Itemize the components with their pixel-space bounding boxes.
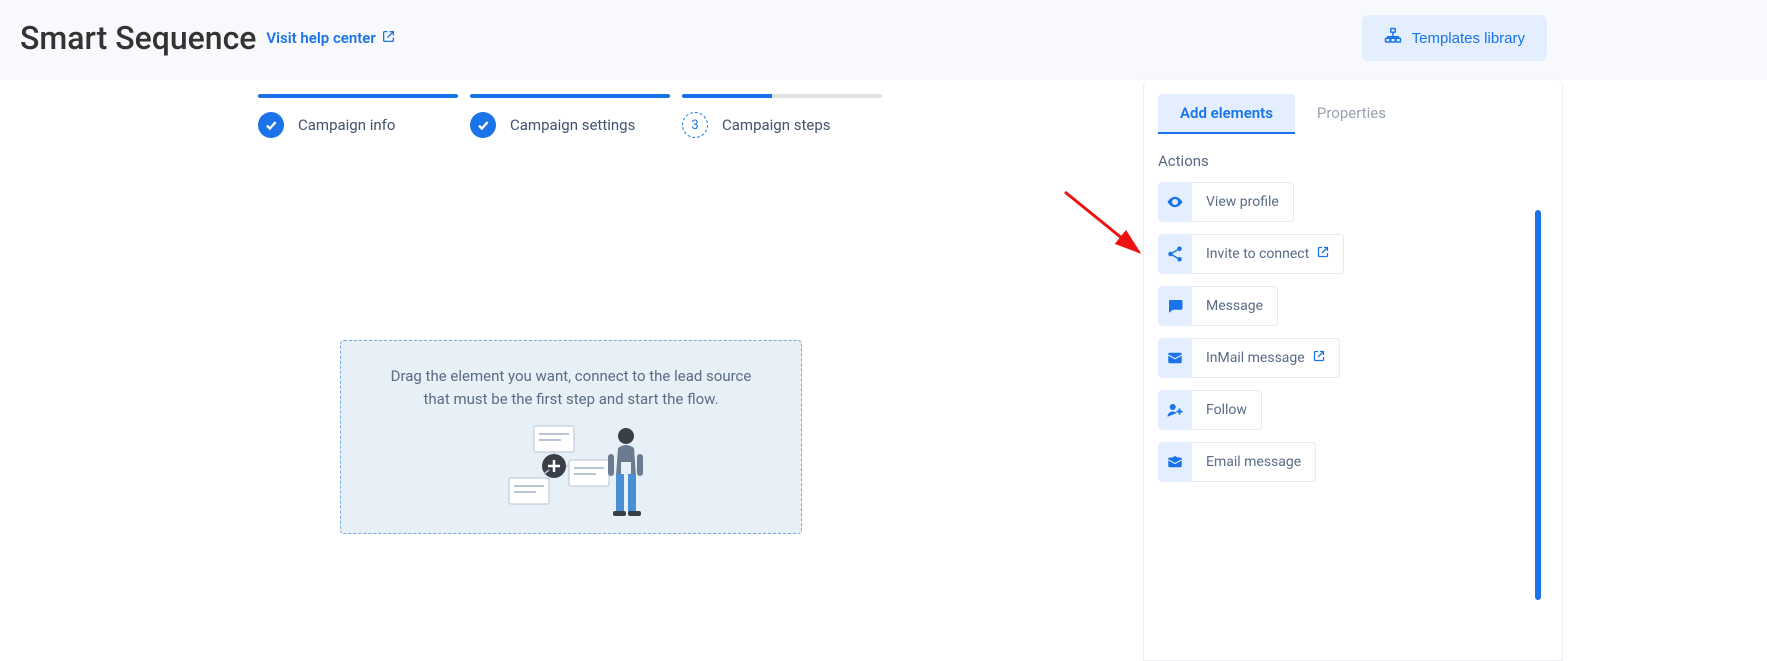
step-progress-bar [682,94,882,98]
canvas-instruction: Drag the element you want, connect to th… [381,365,761,410]
action-label: Follow [1206,402,1247,418]
step-campaign-settings[interactable]: Campaign settings [470,94,670,138]
action-label: Email message [1206,454,1301,470]
action-label: Invite to connect [1206,246,1309,262]
actions-section-title: Actions [1158,152,1548,170]
page-title: Smart Sequence [20,19,256,57]
panel-scrollbar[interactable] [1535,210,1541,600]
step-progress-bar [470,94,670,98]
stepper: Campaign info Campaign settings 3 Campai… [258,94,882,138]
action-inmail-message[interactable]: InMail message [1158,338,1548,378]
help-center-link[interactable]: Visit help center [266,29,394,47]
step-progress-bar [258,94,458,98]
templates-library-button[interactable]: Templates library [1362,15,1547,61]
action-follow[interactable]: Follow [1158,390,1548,430]
inmail-icon [1158,338,1192,378]
email-icon [1158,442,1192,482]
tab-add-elements[interactable]: Add elements [1158,94,1295,134]
templates-library-label: Templates library [1412,30,1525,47]
share-icon [1158,234,1192,274]
action-label: View profile [1206,194,1279,210]
check-icon [258,112,284,138]
follow-icon [1158,390,1192,430]
sequence-canvas-dropzone[interactable]: Drag the element you want, connect to th… [340,340,802,534]
elements-side-panel: Add elements Properties Actions View pro… [1143,80,1563,661]
action-message[interactable]: Message [1158,286,1548,326]
panel-tabs: Add elements Properties [1144,94,1562,134]
step-label: Campaign info [298,116,395,134]
tab-properties[interactable]: Properties [1295,94,1408,134]
action-label: Message [1206,298,1263,314]
action-email-message[interactable]: Email message [1158,442,1548,482]
external-link-icon [382,29,395,47]
step-label: Campaign settings [510,116,635,134]
check-icon [470,112,496,138]
action-label: InMail message [1206,350,1305,366]
eye-icon [1158,182,1192,222]
main-content: Campaign info Campaign settings 3 Campai… [0,80,1767,661]
help-center-label: Visit help center [266,29,375,47]
step-campaign-steps[interactable]: 3 Campaign steps [682,94,882,138]
annotation-arrow [1059,186,1149,264]
canvas-illustration [381,418,761,528]
external-link-icon [1313,350,1325,366]
action-view-profile[interactable]: View profile [1158,182,1548,222]
external-link-icon [1317,246,1329,262]
page-header: Smart Sequence Visit help center Templat… [0,0,1767,76]
actions-section: Actions View profile Invite to connect [1144,134,1562,482]
step-number-badge: 3 [682,112,708,138]
step-label: Campaign steps [722,116,831,134]
templates-icon [1384,27,1402,49]
chat-icon [1158,286,1192,326]
step-campaign-info[interactable]: Campaign info [258,94,458,138]
action-invite-to-connect[interactable]: Invite to connect [1158,234,1548,274]
